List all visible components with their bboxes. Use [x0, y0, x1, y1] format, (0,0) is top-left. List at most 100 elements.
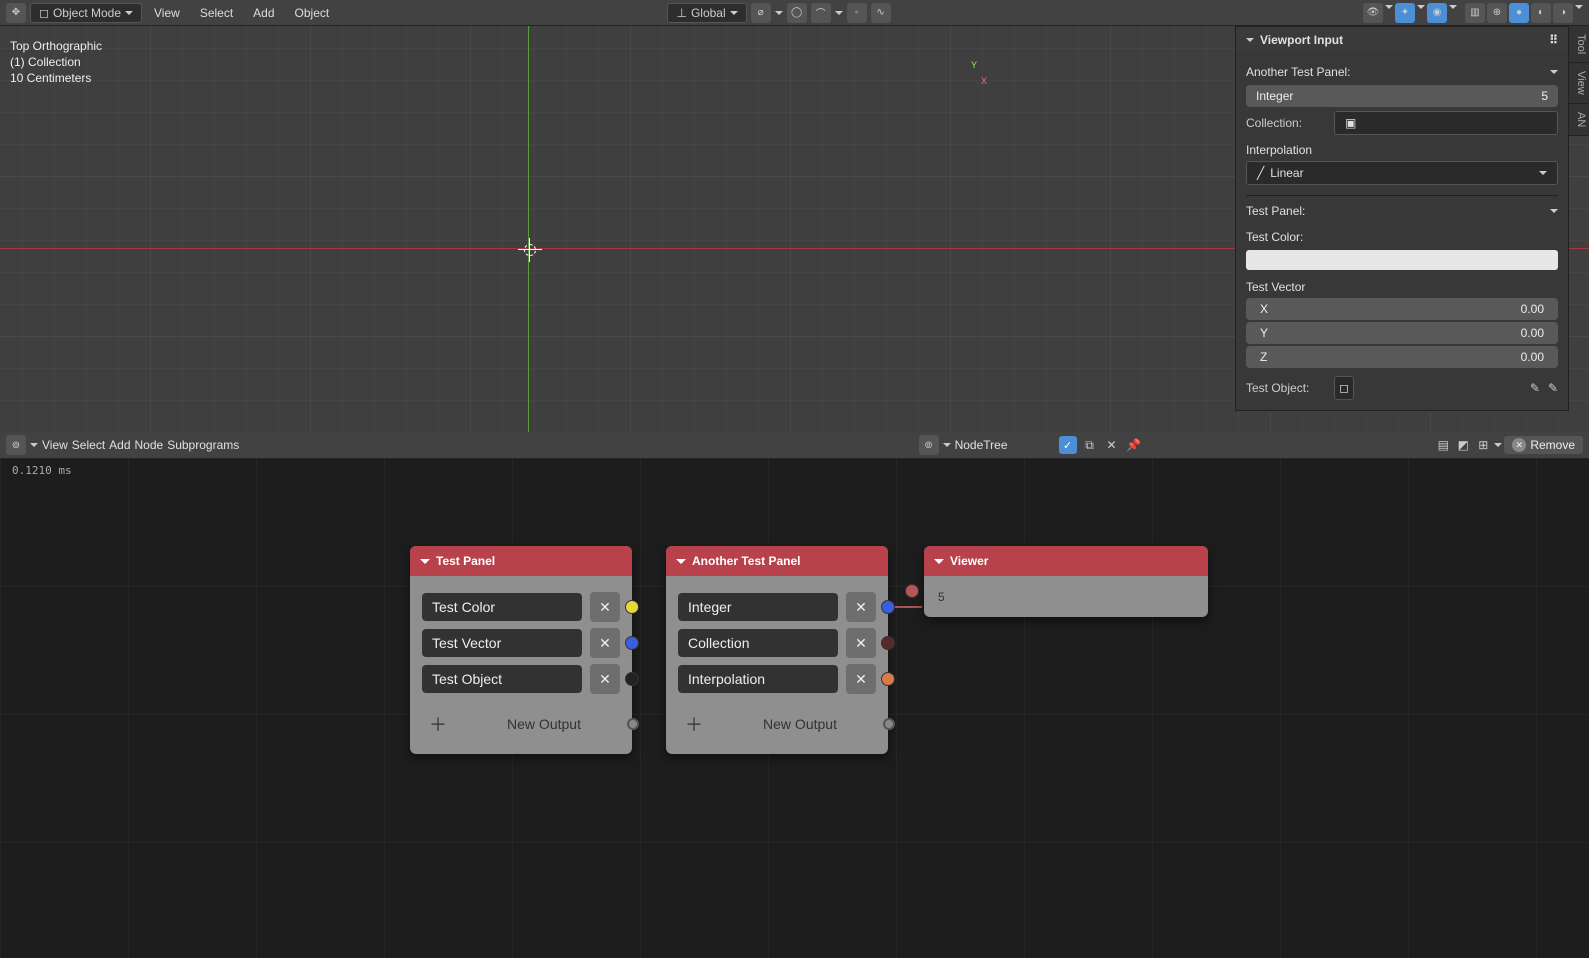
orientation-dropdown[interactable]: ⊥ Global: [667, 3, 746, 23]
viewport-info: Top Orthographic (1) Collection 10 Centi…: [10, 38, 102, 86]
virtual-socket[interactable]: [883, 718, 895, 730]
remove-socket-button[interactable]: ✕: [846, 592, 876, 622]
sidebar-tabs: Tool View AN: [1569, 26, 1589, 136]
panel-title: Viewport Input: [1260, 33, 1343, 47]
editor-type-icon[interactable]: ⊚: [6, 435, 26, 455]
menu-add[interactable]: Add: [245, 6, 282, 20]
cursor-tool-icon[interactable]: ✥: [6, 3, 26, 23]
node-title: Another Test Panel: [692, 554, 800, 568]
nav-gizmo[interactable]: Y X: [961, 62, 989, 90]
test-object-label: Test Object:: [1246, 381, 1326, 395]
remove-button[interactable]: ✕ Remove: [1504, 436, 1583, 454]
virtual-socket[interactable]: [627, 718, 639, 730]
menu-view[interactable]: View: [42, 438, 68, 452]
chevron-down-icon: [30, 443, 38, 451]
output-socket[interactable]: [625, 600, 639, 614]
chevron-down-icon: [1417, 5, 1425, 25]
new-output-button[interactable]: ＋ New Output: [422, 708, 620, 740]
pin-icon[interactable]: 📌: [1125, 436, 1143, 454]
collection-picker[interactable]: ▣: [1334, 111, 1558, 135]
menu-node[interactable]: Node: [135, 438, 164, 452]
remove-socket-button[interactable]: ✕: [846, 664, 876, 694]
socket-label[interactable]: Test Color: [422, 593, 582, 621]
menu-object[interactable]: Object: [287, 6, 338, 20]
proportional-icon[interactable]: ◯: [787, 3, 807, 23]
output-socket[interactable]: [881, 600, 895, 614]
grip-icon[interactable]: ⠿: [1549, 33, 1558, 47]
snap-icon[interactable]: ⊞: [1474, 436, 1492, 454]
object-picker[interactable]: ◻: [1334, 376, 1354, 400]
eyedropper-icon[interactable]: ✎: [1530, 381, 1540, 395]
menu-view[interactable]: View: [146, 6, 188, 20]
node-canvas[interactable]: 0.1210 ms Test Panel Test Color ✕ Test V…: [0, 458, 1589, 958]
integer-field[interactable]: Integer 5: [1246, 85, 1558, 107]
wireframe-mode-icon[interactable]: ⊕: [1487, 3, 1507, 23]
socket-label[interactable]: Interpolation: [678, 665, 838, 693]
interpolation-dropdown[interactable]: ╱ Linear: [1246, 161, 1558, 185]
mode-dropdown[interactable]: ◻ Object Mode: [30, 3, 142, 23]
output-socket[interactable]: [881, 672, 895, 686]
node-another-test-panel[interactable]: Another Test Panel Integer ✕ Collection …: [666, 546, 888, 754]
falloff-icon[interactable]: ⌒: [811, 3, 831, 23]
node-test-panel[interactable]: Test Panel Test Color ✕ Test Vector ✕ Te…: [410, 546, 632, 754]
nav-icon[interactable]: ◩: [1454, 436, 1472, 454]
color-swatch[interactable]: [1246, 250, 1558, 270]
vector-y-field[interactable]: Y0.00: [1246, 322, 1558, 344]
menu-select[interactable]: Select: [192, 6, 241, 20]
tab-an[interactable]: AN: [1569, 104, 1589, 136]
remove-socket-button[interactable]: ✕: [590, 628, 620, 658]
unlink-icon[interactable]: ✕: [1103, 436, 1121, 454]
object-icon: ◻: [39, 6, 49, 20]
chevron-down-icon: [730, 11, 738, 19]
panel-title-row[interactable]: Viewport Input ⠿: [1236, 27, 1568, 53]
snap-icon[interactable]: ⌀: [751, 3, 771, 23]
subpanel-title: Another Test Panel:: [1246, 65, 1351, 79]
menu-subprograms[interactable]: Subprograms: [167, 438, 239, 452]
viewport-header: ✥ ◻ Object Mode View Select Add Object ⊥…: [0, 0, 1589, 26]
output-socket[interactable]: [625, 636, 639, 650]
node-title: Test Panel: [436, 554, 495, 568]
matpreview-mode-icon[interactable]: ◐: [1531, 3, 1551, 23]
chevron-down-icon: [125, 11, 133, 19]
new-output-button[interactable]: ＋ New Output: [678, 708, 876, 740]
render-mode-icon[interactable]: ◑: [1553, 3, 1573, 23]
overlays-icon[interactable]: ◉: [1427, 3, 1447, 23]
tree-icon[interactable]: ⊚: [919, 435, 939, 455]
socket-label[interactable]: Integer: [678, 593, 838, 621]
subpanel-another[interactable]: Another Test Panel:: [1246, 59, 1558, 85]
view-name: Top Orthographic: [10, 38, 102, 54]
vector-x-field[interactable]: X0.00: [1246, 298, 1558, 320]
pivot-icon[interactable]: ◦: [847, 3, 867, 23]
socket-label[interactable]: Collection: [678, 629, 838, 657]
remove-socket-button[interactable]: ✕: [590, 664, 620, 694]
input-socket[interactable]: [905, 584, 919, 598]
socket-label[interactable]: Test Object: [422, 665, 582, 693]
eyedropper-icon[interactable]: ✎: [1548, 381, 1558, 395]
xray-icon[interactable]: ▥: [1465, 3, 1485, 23]
output-socket[interactable]: [625, 672, 639, 686]
nav-icon[interactable]: ▤: [1434, 436, 1452, 454]
curve-icon[interactable]: ∿: [871, 3, 891, 23]
node-viewer[interactable]: Viewer 5: [924, 546, 1208, 617]
remove-socket-button[interactable]: ✕: [590, 592, 620, 622]
visibility-icon[interactable]: 👁: [1363, 3, 1383, 23]
chevron-down-icon: [1385, 5, 1393, 25]
subpanel-test[interactable]: Test Panel:: [1246, 195, 1558, 224]
tab-view[interactable]: View: [1569, 63, 1589, 104]
gizmo-icon[interactable]: ✦: [1395, 3, 1415, 23]
remove-socket-button[interactable]: ✕: [846, 628, 876, 658]
close-icon: ✕: [1512, 438, 1526, 452]
duplicate-icon[interactable]: ⧉: [1081, 436, 1099, 454]
menu-select[interactable]: Select: [72, 438, 105, 452]
socket-label[interactable]: Test Vector: [422, 629, 582, 657]
shield-checkmark-icon[interactable]: ✓: [1059, 436, 1077, 454]
solid-mode-icon[interactable]: ●: [1509, 3, 1529, 23]
vector-z-field[interactable]: Z0.00: [1246, 346, 1558, 368]
chevron-down-icon: [775, 11, 783, 19]
chevron-down-icon: [934, 559, 944, 569]
menu-add[interactable]: Add: [109, 438, 130, 452]
tab-tool[interactable]: Tool: [1569, 26, 1589, 63]
interpolation-value: Linear: [1270, 166, 1303, 180]
nodetree-name-field[interactable]: NodeTree: [955, 438, 1055, 452]
output-socket[interactable]: [881, 636, 895, 650]
